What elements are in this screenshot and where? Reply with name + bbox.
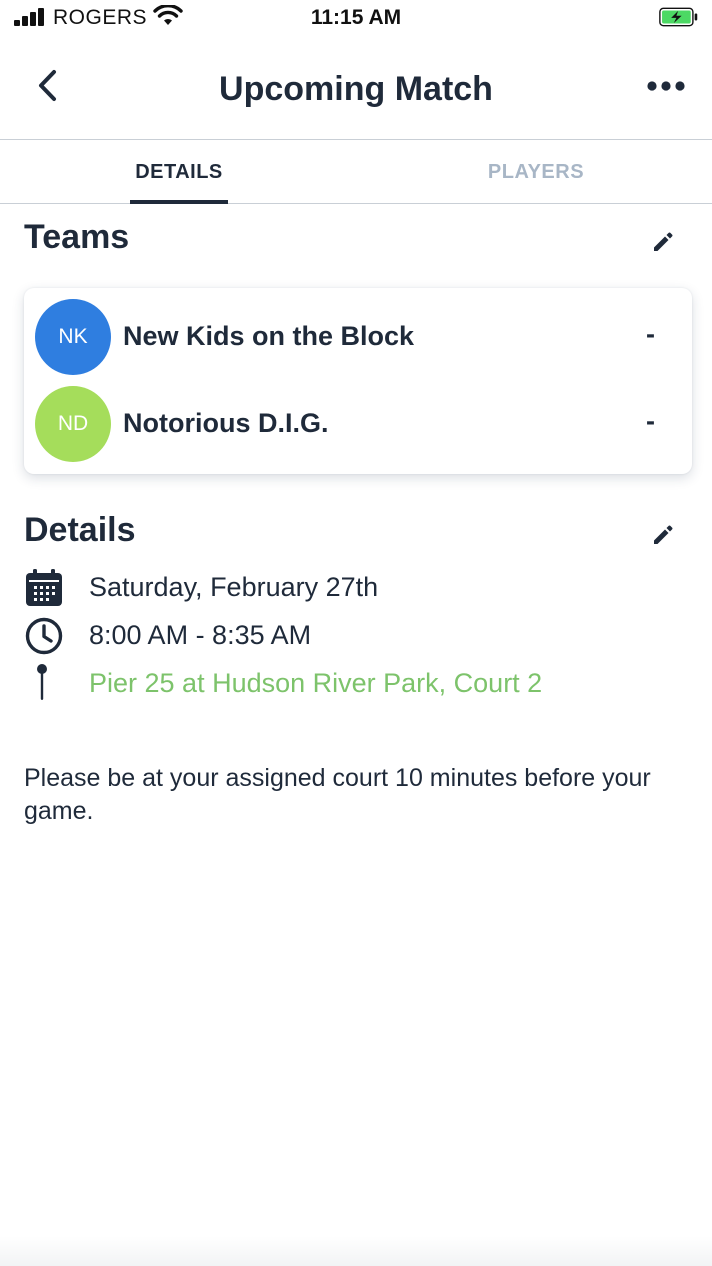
team-avatar: ND — [35, 386, 111, 462]
team-name: New Kids on the Block — [123, 321, 415, 351]
team-avatar: NK — [35, 299, 111, 375]
team-name: Notorious D.I.G. — [123, 408, 329, 438]
more-options-button[interactable] — [644, 74, 688, 98]
match-time: 8:00 AM - 8:35 AM — [89, 620, 312, 650]
pencil-icon — [654, 525, 673, 544]
team-score: - — [646, 406, 655, 436]
tab-bar: DETAILS PLAYERS — [0, 141, 712, 204]
battery-charging-icon — [659, 7, 698, 27]
edit-details-button[interactable] — [650, 522, 676, 548]
teams-heading: Teams — [24, 218, 130, 256]
detail-time: 8:00 AM - 8:35 AM — [24, 616, 684, 656]
details-heading: Details — [24, 511, 136, 549]
status-bar: ROGERS 11:15 AM — [0, 0, 712, 36]
arrival-note: Please be at your assigned court 10 minu… — [24, 764, 651, 825]
page-title: Upcoming Match — [219, 70, 493, 108]
bottom-edge — [0, 1236, 712, 1266]
status-time: 11:15 AM — [310, 6, 402, 29]
tab-details[interactable]: DETAILS — [130, 141, 228, 204]
more-dots-icon — [647, 81, 685, 91]
team-row-away[interactable]: ND Notorious D.I.G. - — [24, 386, 692, 464]
detail-date: Saturday, February 27th — [24, 568, 684, 608]
nav-bar: Upcoming Match — [0, 36, 712, 140]
pencil-icon — [654, 232, 673, 251]
team-row-home[interactable]: NK New Kids on the Block - — [24, 299, 692, 377]
map-pin-icon — [37, 664, 47, 700]
location-link[interactable]: Pier 25 at Hudson River Park, Court 2 — [89, 668, 542, 699]
match-date: Saturday, February 27th — [89, 572, 379, 602]
calendar-icon — [26, 569, 62, 606]
tab-players[interactable]: PLAYERS — [470, 141, 602, 203]
edit-teams-button[interactable] — [650, 229, 676, 255]
detail-location: Pier 25 at Hudson River Park, Court 2 — [24, 664, 684, 704]
teams-card: NK New Kids on the Block - ND Notorious … — [24, 288, 692, 474]
clock-icon — [25, 617, 63, 655]
team-score: - — [646, 319, 655, 349]
